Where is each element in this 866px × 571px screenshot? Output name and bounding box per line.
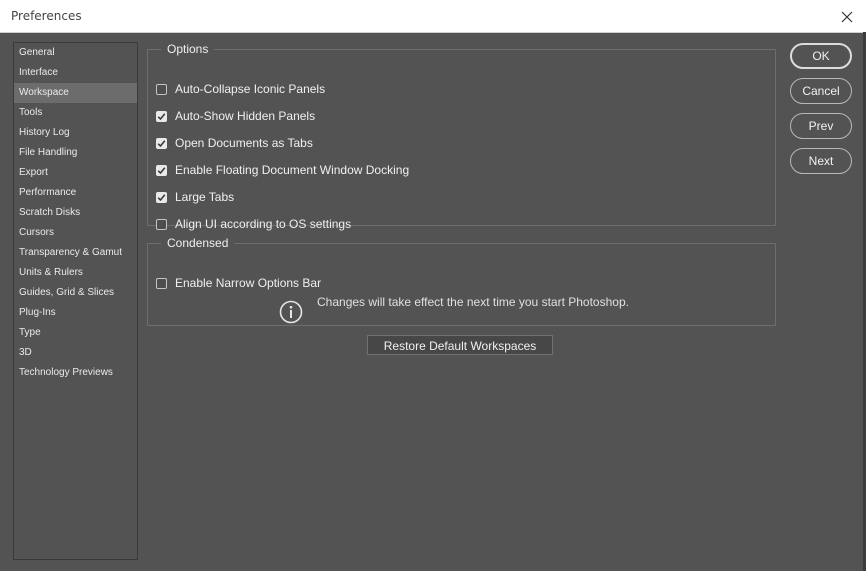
- checkbox[interactable]: [156, 83, 167, 95]
- checkbox-label: Auto-Show Hidden Panels: [175, 109, 316, 123]
- sidebar-item-plug-ins[interactable]: Plug-Ins: [14, 303, 137, 323]
- info-icon: [279, 300, 303, 324]
- option-auto-collapse-iconic-panels[interactable]: Auto-Collapse Iconic Panels: [156, 80, 325, 98]
- ok-button[interactable]: OK: [790, 43, 852, 69]
- options-legend: Options: [167, 42, 209, 56]
- sidebar-item-history-log[interactable]: History Log: [14, 123, 137, 143]
- option-enable-narrow-options-bar[interactable]: Enable Narrow Options Bar: [156, 274, 321, 292]
- sidebar-item-cursors[interactable]: Cursors: [14, 223, 137, 243]
- sidebar-item-type[interactable]: Type: [14, 323, 137, 343]
- option-auto-show-hidden-panels[interactable]: Auto-Show Hidden Panels: [156, 107, 315, 125]
- checkbox-label: Auto-Collapse Iconic Panels: [175, 82, 326, 96]
- option-open-documents-as-tabs[interactable]: Open Documents as Tabs: [156, 134, 313, 152]
- checkbox[interactable]: [156, 277, 167, 289]
- sidebar-item-general[interactable]: General: [14, 43, 137, 63]
- close-icon: [841, 11, 853, 23]
- option-align-ui-os-settings[interactable]: Align UI according to OS settings: [156, 215, 351, 233]
- options-group: Options Auto-Collapse Iconic Panels Auto…: [147, 42, 776, 231]
- checkbox[interactable]: [156, 110, 167, 122]
- checkbox[interactable]: [156, 164, 167, 176]
- checkmark-icon: [157, 112, 166, 120]
- option-enable-floating-document-window-docking[interactable]: Enable Floating Document Window Docking: [156, 161, 409, 179]
- sidebar-item-guides-grid-slices[interactable]: Guides, Grid & Slices: [14, 283, 137, 303]
- checkmark-icon: [157, 139, 166, 147]
- sidebar-item-technology-previews[interactable]: Technology Previews: [14, 363, 137, 383]
- sidebar-item-transparency-gamut[interactable]: Transparency & Gamut: [14, 243, 137, 263]
- window-title: Preferences: [11, 9, 82, 23]
- checkbox-label: Large Tabs: [175, 190, 235, 204]
- sidebar-item-export[interactable]: Export: [14, 163, 137, 183]
- checkbox-label: Open Documents as Tabs: [175, 136, 313, 150]
- sidebar-item-interface[interactable]: Interface: [14, 63, 137, 83]
- info-text: Changes will take effect the next time y…: [317, 295, 629, 309]
- checkbox[interactable]: [156, 218, 167, 230]
- checkbox[interactable]: [156, 137, 167, 149]
- preferences-sidebar: General Interface Workspace Tools Histor…: [13, 42, 138, 560]
- checkmark-icon: [157, 193, 166, 201]
- title-bar: Preferences: [0, 0, 866, 33]
- checkbox-label: Enable Narrow Options Bar: [175, 276, 322, 290]
- sidebar-item-3d[interactable]: 3D: [14, 343, 137, 363]
- checkbox-label: Align UI according to OS settings: [175, 217, 352, 231]
- condensed-group: Condensed Enable Narrow Options Bar Chan…: [147, 236, 776, 326]
- option-large-tabs[interactable]: Large Tabs: [156, 188, 234, 206]
- sidebar-item-workspace[interactable]: Workspace: [14, 83, 137, 103]
- sidebar-item-performance[interactable]: Performance: [14, 183, 137, 203]
- next-button[interactable]: Next: [790, 148, 852, 174]
- cancel-button[interactable]: Cancel: [790, 78, 852, 104]
- checkmark-icon: [157, 166, 166, 174]
- sidebar-item-file-handling[interactable]: File Handling: [14, 143, 137, 163]
- condensed-legend: Condensed: [167, 236, 229, 250]
- sidebar-item-units-rulers[interactable]: Units & Rulers: [14, 263, 137, 283]
- sidebar-item-scratch-disks[interactable]: Scratch Disks: [14, 203, 137, 223]
- prev-button[interactable]: Prev: [790, 113, 852, 139]
- sidebar-item-tools[interactable]: Tools: [14, 103, 137, 123]
- checkbox[interactable]: [156, 191, 167, 203]
- restore-default-workspaces-button[interactable]: Restore Default Workspaces: [367, 335, 553, 355]
- checkbox-label: Enable Floating Document Window Docking: [175, 163, 410, 177]
- close-button[interactable]: [836, 6, 858, 28]
- restart-notice: Changes will take effect the next time y…: [279, 294, 629, 324]
